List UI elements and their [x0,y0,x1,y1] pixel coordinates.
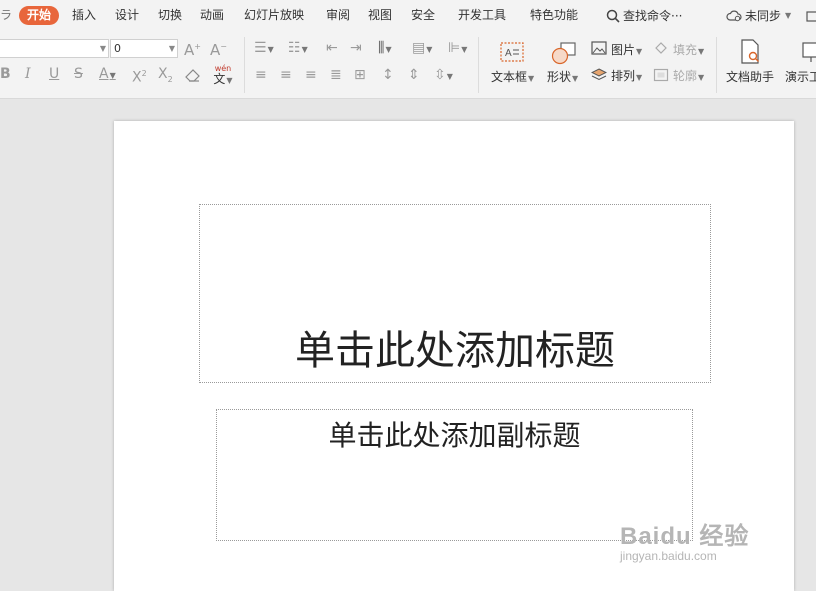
arrange-icon[interactable] [591,68,607,82]
tab-animations[interactable]: 动画 [200,0,224,31]
font-name-input[interactable]: ▼ [0,39,109,58]
svg-text:A: A [505,48,512,59]
picture-label: 图片 [611,43,636,57]
arrange-button[interactable]: 排列▼ [611,67,642,84]
sync-status-label: 未同步 [745,9,782,23]
tab-special-features[interactable]: 特色功能 [530,0,578,31]
baidu-watermark: Baidu 经验 jingyan.baidu.com [620,516,749,563]
search-icon [606,9,620,23]
command-search-label: 查找命令··· [623,9,683,23]
justify-icon[interactable]: ≣ [330,67,342,83]
textbox-icon[interactable]: A [500,41,524,63]
subscript-icon[interactable]: X2 [158,66,173,88]
title-placeholder[interactable]: 单击此处添加标题 [199,204,711,383]
numbered-list-icon[interactable]: ☷▼ [288,40,308,58]
tab-transitions[interactable]: 切换 [158,0,182,31]
shape-icon[interactable] [551,41,577,65]
subtitle-placeholder-text[interactable]: 单击此处添加副标题 [217,414,692,454]
shape-button[interactable]: 形状▼ [547,68,578,85]
outline-label: 轮廓 [673,69,698,83]
sync-status[interactable]: 未同步 ▼ [726,0,791,31]
increase-indent-icon[interactable]: ⇥ [350,40,362,56]
share-icon[interactable] [806,8,816,22]
tab-design[interactable]: 设计 [115,0,139,31]
arrange-label: 排列 [611,69,636,83]
watermark-brand: Baidu 经验 [620,523,750,550]
menu-overflow-arrow[interactable]: ラ [0,0,12,31]
presentation-tool-button[interactable]: 演示工 [785,68,816,85]
font-size-value: 0 [114,42,121,55]
eraser-icon[interactable] [185,68,201,82]
document-helper-icon[interactable] [739,39,761,65]
underline-icon[interactable]: U [49,66,59,82]
picture-button[interactable]: 图片▼ [611,41,642,58]
tab-developer[interactable]: 开发工具 [458,0,506,31]
bold-icon[interactable]: B [0,66,11,82]
fill-label: 填充 [673,43,698,57]
phonetic-guide-bottom-text: 文 [213,72,226,86]
cloud-sync-icon [726,10,742,22]
menu-bar: ラ 开始 插入 设计 切换 动画 幻灯片放映 审阅 视图 安全 开发工具 特色功… [0,0,816,31]
tab-view[interactable]: 视图 [368,0,392,31]
text-direction-icon[interactable]: ▤▼ [412,40,432,58]
outline-icon[interactable] [653,68,669,82]
presentation-tool-label: 演示工 [785,70,816,84]
decrease-font-icon[interactable]: A− [210,39,227,58]
chevron-down-icon: ▼ [785,11,792,20]
tab-slideshow[interactable]: 幻灯片放映 [244,0,304,31]
ribbon-divider [478,37,479,93]
font-size-input[interactable]: 0 ▼ [110,39,178,58]
italic-icon[interactable]: I [25,66,31,82]
title-placeholder-text[interactable]: 单击此处添加标题 [200,318,710,376]
command-search[interactable]: 查找命令··· [606,0,682,31]
line-spacing-icon[interactable]: ↕ [382,67,394,83]
align-text-icon[interactable]: ⊫▼ [448,40,467,58]
paragraph-spacing-icon[interactable]: ⇕ [408,67,420,83]
fill-button[interactable]: 填充▼ [673,41,704,58]
fill-icon[interactable] [653,41,669,55]
strikethrough-icon[interactable]: S [74,66,83,82]
textbox-label: 文本框 [491,70,528,84]
document-helper-label: 文档助手 [726,70,775,84]
ribbon-divider [716,37,717,93]
ribbon-divider [244,37,245,93]
align-center-icon[interactable]: ≡ [280,67,292,83]
chevron-down-icon: ▼ [168,44,175,53]
phonetic-guide-button[interactable]: wén 文▼ [209,64,237,86]
ribbon-toolbar: ▼ 0 ▼ A+ A− B I U S A▼ X2 X2 wén 文▼ ☰▼ ☷… [0,31,816,99]
increase-font-icon[interactable]: A+ [184,39,201,58]
align-right-icon[interactable]: ≡ [305,67,317,83]
outline-button[interactable]: 轮廓▼ [673,67,704,84]
tab-insert[interactable]: 插入 [72,0,96,31]
decrease-indent-icon[interactable]: ⇤ [326,40,338,56]
picture-icon[interactable] [591,41,607,55]
distributed-icon[interactable]: ⊞ [354,67,366,83]
align-left-icon[interactable]: ≡ [255,67,267,83]
tab-home[interactable]: 开始 [19,6,60,25]
shape-label: 形状 [547,70,572,84]
presentation-tool-icon[interactable] [801,41,816,63]
textbox-button[interactable]: 文本框▼ [491,68,534,85]
chevron-down-icon: ▼ [99,44,106,53]
watermark-url: jingyan.baidu.com [620,549,717,563]
superscript-icon[interactable]: X2 [132,66,147,86]
tab-security[interactable]: 安全 [411,0,435,31]
document-helper-button[interactable]: 文档助手 [726,68,774,85]
font-color-icon[interactable]: A▼ [99,66,116,84]
tab-review[interactable]: 审阅 [326,0,350,31]
spacing-options-icon[interactable]: ⇳▼ [434,67,453,85]
bullet-list-icon[interactable]: ☰▼ [254,40,274,58]
columns-icon[interactable]: ⫼▼ [378,40,392,58]
